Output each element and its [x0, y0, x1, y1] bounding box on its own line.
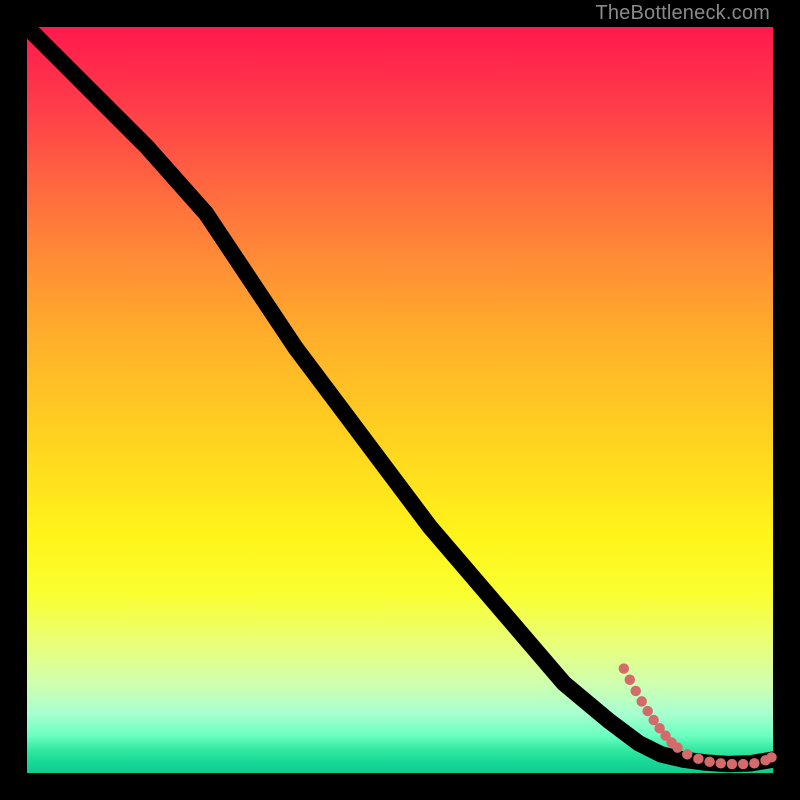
data-point: [738, 759, 748, 769]
data-point: [672, 742, 682, 752]
data-point: [619, 663, 629, 673]
chart-overlay: [27, 27, 773, 773]
data-point: [716, 758, 726, 768]
data-point: [636, 696, 646, 706]
data-point: [704, 757, 714, 767]
data-point: [727, 759, 737, 769]
data-point: [631, 686, 641, 696]
data-point: [642, 706, 652, 716]
chart-frame: TheBottleneck.com: [0, 0, 800, 800]
data-point: [682, 749, 692, 759]
data-point: [766, 752, 776, 762]
data-point: [625, 675, 635, 685]
data-point: [693, 754, 703, 764]
data-point: [749, 758, 759, 768]
bottleneck-curve: [27, 27, 773, 764]
watermark-text: TheBottleneck.com: [595, 2, 770, 25]
